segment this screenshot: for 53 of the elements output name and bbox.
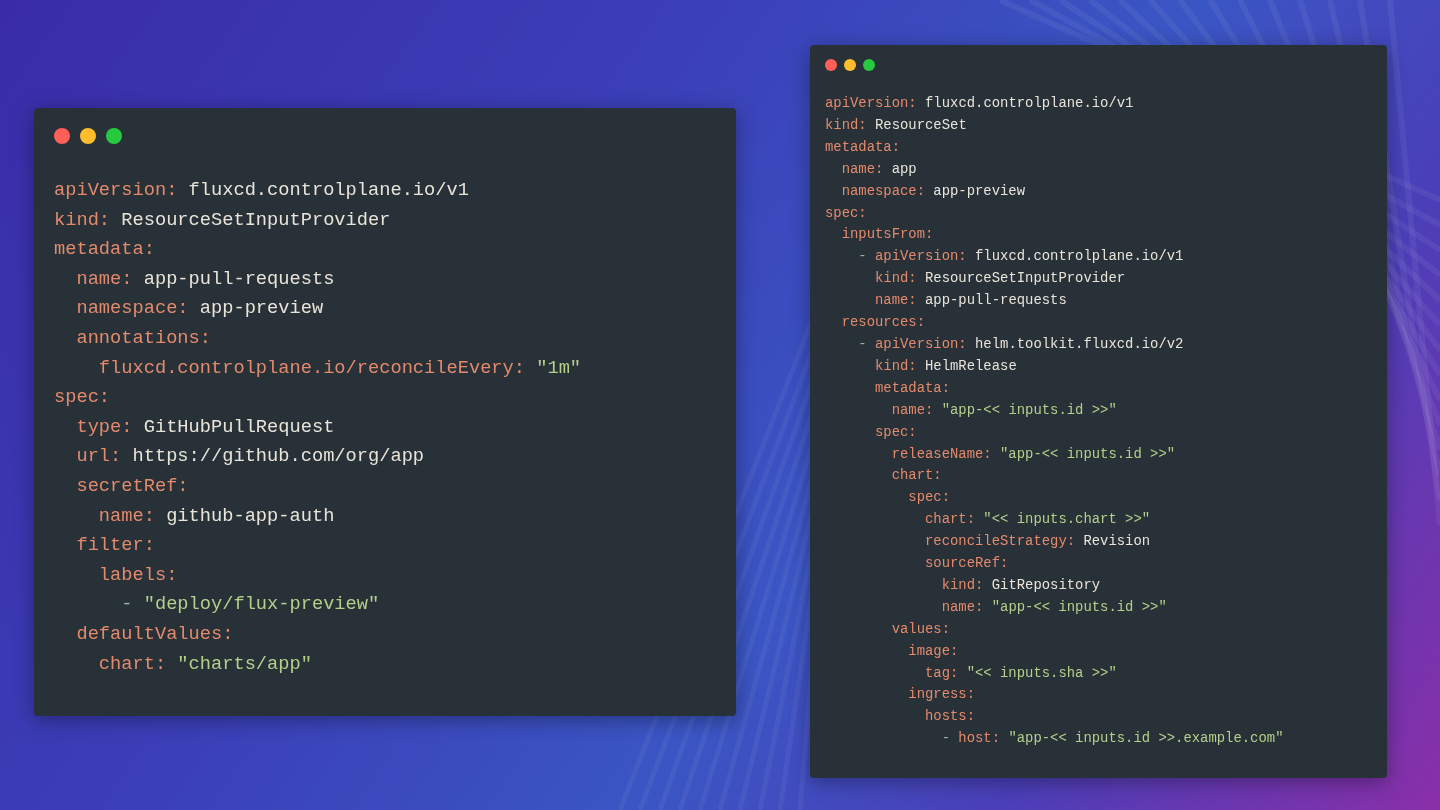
code-line: chart: "<< inputs.chart >>"	[925, 510, 1151, 530]
code-line: spec:	[825, 203, 867, 223]
code-line: metadata:	[875, 378, 951, 398]
window-control-icon[interactable]	[80, 128, 96, 144]
code-line: values:	[891, 619, 951, 639]
window-control-icon[interactable]	[54, 128, 70, 144]
code-line: inputsFrom:	[841, 225, 934, 245]
code-line: secretRef:	[76, 473, 189, 499]
code-line: hosts:	[925, 707, 976, 727]
code-line: tag: "<< inputs.sha >>"	[925, 663, 1117, 683]
code-line: fluxcd.controlplane.io/reconcileEvery: "1m"	[98, 355, 582, 381]
code-line: - apiVersion: fluxcd.controlplane.io/v1	[858, 247, 1184, 267]
code-line: sourceRef:	[925, 554, 1009, 574]
code-line: url: https://github.com/org/app	[76, 444, 425, 470]
code-line: name: "app-<< inputs.id >>"	[941, 597, 1167, 617]
code-line: name: app-pull-requests	[875, 291, 1067, 311]
code-line: name: app	[841, 159, 917, 179]
code-line: apiVersion: fluxcd.controlplane.io/v1	[825, 94, 1134, 113]
code-line: - host: "app-<< inputs.id >>.example.com"	[941, 729, 1284, 749]
code-line: annotations:	[76, 325, 211, 351]
code-line: name: github-app-auth	[98, 503, 335, 529]
code-line: metadata:	[825, 137, 901, 157]
code-line: spec:	[875, 422, 917, 442]
code-line: type: GitHubPullRequest	[76, 414, 335, 440]
code-line: ingress:	[908, 685, 976, 705]
window-control-icon[interactable]	[863, 59, 875, 71]
code-line: name: app-pull-requests	[76, 266, 335, 292]
code-line: namespace: app-preview	[841, 181, 1026, 201]
code-line: spec:	[908, 488, 951, 508]
code-line: resources:	[841, 313, 925, 333]
window-control-icon[interactable]	[844, 59, 856, 71]
code-line: chart: "charts/app"	[98, 651, 312, 677]
code-line: kind: ResourceSet	[825, 115, 967, 135]
code-line: filter:	[76, 533, 155, 559]
code-line: kind: ResourceSetInputProvider	[54, 207, 391, 233]
code-line: labels:	[98, 562, 178, 588]
code-line: kind: HelmRelease	[875, 356, 1017, 376]
code-line: - "deploy/flux-preview"	[121, 592, 380, 618]
code-line: image:	[908, 641, 959, 661]
window-control-icon[interactable]	[106, 128, 122, 144]
code-line: apiVersion: fluxcd.controlplane.io/v1	[54, 178, 469, 203]
code-line: kind: GitRepository	[941, 575, 1101, 595]
code-line: namespace: app-preview	[76, 296, 324, 322]
code-line: chart:	[891, 466, 942, 486]
code-line: defaultValues:	[76, 621, 234, 647]
code-line: reconcileStrategy: Revision	[925, 532, 1151, 552]
window-control-icon[interactable]	[825, 59, 837, 71]
code-line: spec:	[54, 385, 111, 411]
code-line: - apiVersion: helm.toolkit.fluxcd.io/v2	[858, 334, 1184, 354]
code-line: kind: ResourceSetInputProvider	[875, 269, 1126, 289]
code-line: metadata:	[54, 237, 155, 263]
code-line: name: "app-<< inputs.id >>"	[891, 400, 1117, 420]
code-line: releaseName: "app-<< inputs.id >>"	[891, 444, 1176, 464]
